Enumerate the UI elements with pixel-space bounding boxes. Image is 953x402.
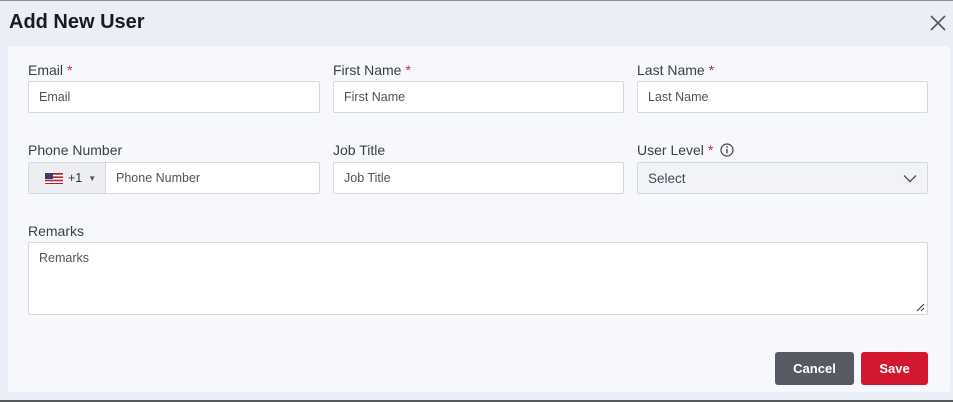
remarks-field-wrap bbox=[28, 242, 928, 315]
info-icon[interactable] bbox=[720, 143, 734, 157]
last-name-field-wrap bbox=[637, 81, 928, 113]
email-label: Email * bbox=[28, 62, 72, 78]
phone-field-wrap: +1 ▼ bbox=[28, 162, 320, 194]
remarks-field[interactable] bbox=[29, 243, 927, 314]
add-user-dialog: Add New User Email * First Name * Last N… bbox=[0, 0, 953, 402]
first-name-field-wrap bbox=[333, 81, 624, 113]
first-name-field[interactable] bbox=[334, 82, 623, 112]
country-code-dropdown[interactable]: +1 ▼ bbox=[29, 163, 106, 193]
resize-handle-icon[interactable] bbox=[916, 303, 925, 312]
caret-down-icon: ▼ bbox=[88, 173, 97, 183]
email-field[interactable] bbox=[29, 82, 319, 112]
last-name-label-text: Last Name bbox=[637, 62, 705, 78]
remarks-label-text: Remarks bbox=[28, 223, 85, 239]
cancel-button[interactable]: Cancel bbox=[775, 352, 854, 385]
user-level-label-text: User Level bbox=[637, 142, 704, 158]
close-icon bbox=[930, 15, 946, 31]
job-title-label: Job Title bbox=[333, 142, 385, 158]
phone-label-text: Phone Number bbox=[28, 142, 123, 158]
country-code: +1 bbox=[68, 171, 83, 185]
phone-label: Phone Number bbox=[28, 142, 122, 158]
last-name-label: Last Name * bbox=[637, 62, 714, 78]
user-level-selected: Select bbox=[648, 170, 686, 186]
required-marker: * bbox=[708, 62, 715, 78]
first-name-label: First Name * bbox=[333, 62, 411, 78]
required-marker: * bbox=[67, 62, 73, 78]
email-field-wrap bbox=[28, 81, 320, 113]
job-title-field[interactable] bbox=[334, 163, 623, 193]
job-title-field-wrap bbox=[333, 162, 624, 194]
required-marker: * bbox=[405, 62, 411, 78]
chevron-down-icon bbox=[903, 174, 917, 182]
user-level-select[interactable]: Select bbox=[637, 162, 928, 194]
required-marker: * bbox=[707, 142, 714, 158]
email-label-text: Email bbox=[28, 62, 64, 78]
phone-field[interactable] bbox=[106, 163, 319, 193]
remarks-label: Remarks bbox=[28, 223, 84, 239]
dialog-title: Add New User bbox=[9, 11, 145, 33]
job-title-label-text: Job Title bbox=[333, 142, 386, 158]
close-button[interactable] bbox=[928, 13, 948, 33]
user-level-label: User Level * bbox=[637, 142, 734, 158]
form-panel: Email * First Name * Last Name * Phone N… bbox=[8, 46, 950, 392]
first-name-label-text: First Name bbox=[333, 62, 402, 78]
us-flag-icon bbox=[45, 172, 63, 184]
save-button[interactable]: Save bbox=[861, 352, 928, 385]
last-name-field[interactable] bbox=[638, 82, 927, 112]
